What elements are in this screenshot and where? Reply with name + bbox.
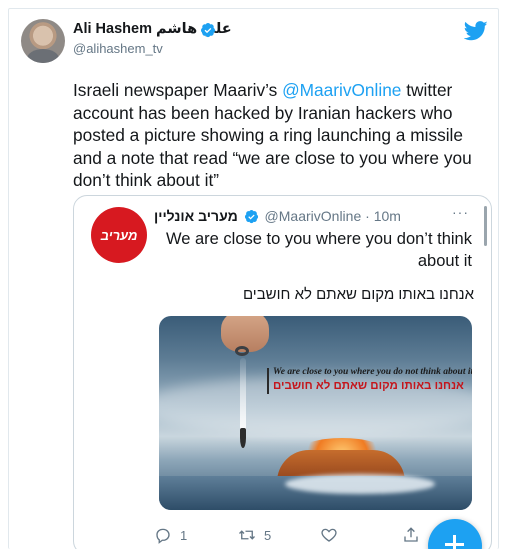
- quoted-avatar-logo: מעריב: [100, 227, 138, 243]
- media-caption-hebrew: אנחנו באותו מקום שאתם לא חושבים: [273, 380, 464, 392]
- quoted-avatar[interactable]: מעריב: [91, 207, 147, 263]
- heart-icon: [321, 528, 337, 542]
- quoted-text-english: We are close to you where you don’t thin…: [165, 230, 472, 270]
- media-missile-trail: [240, 358, 246, 434]
- tweet-card[interactable]: Ali Hashem علي هاشم @alihashem_tv Israel…: [8, 8, 499, 549]
- retweet-button[interactable]: 5: [238, 526, 271, 544]
- media-caption-english: We are close to you where you do not thi…: [273, 367, 472, 377]
- retweet-icon: [239, 530, 255, 540]
- tweet-text: Israeli newspaper Maariv’s @MaarivOnline…: [73, 79, 493, 192]
- quoted-author-name[interactable]: מעריב אונליין: [154, 208, 238, 224]
- twitter-bird-icon[interactable]: [464, 21, 488, 41]
- retweet-count: 5: [264, 527, 272, 543]
- share-button[interactable]: [402, 526, 428, 544]
- dot-separator: ·: [365, 208, 370, 224]
- more-options-icon[interactable]: ···: [452, 204, 469, 220]
- quoted-text-hebrew: אנחנו באותו מקום שאתם לא חושבים: [242, 286, 474, 303]
- like-button[interactable]: [320, 526, 346, 544]
- quoted-header: מעריב אונליין @MaarivOnline · 10m: [154, 208, 401, 224]
- media-missile: [240, 428, 246, 448]
- reply-icon: [156, 528, 170, 544]
- media-caption-bar: [267, 368, 269, 394]
- tweet-text-before: Israeli newspaper Maariv’s: [73, 80, 283, 100]
- quoted-media-image[interactable]: We are close to you where you do not thi…: [159, 316, 472, 510]
- reply-count: 1: [180, 527, 188, 543]
- share-icon: [404, 527, 418, 542]
- quoted-tweet[interactable]: מעריב מעריב אונליין @MaarivOnline · 10m …: [73, 195, 492, 549]
- verified-badge-icon: [244, 209, 258, 224]
- media-splash: [285, 474, 435, 494]
- mention-link[interactable]: @MaarivOnline: [282, 80, 401, 100]
- avatar[interactable]: [21, 19, 65, 63]
- media-ring: [235, 346, 249, 356]
- quoted-time[interactable]: 10m: [374, 208, 401, 224]
- scrollbar[interactable]: [484, 206, 487, 246]
- author-handle[interactable]: @alihashem_tv: [73, 41, 163, 56]
- verified-badge-icon: [201, 23, 215, 38]
- reply-button[interactable]: 1: [154, 526, 187, 544]
- quoted-handle[interactable]: @MaarivOnline: [265, 208, 362, 224]
